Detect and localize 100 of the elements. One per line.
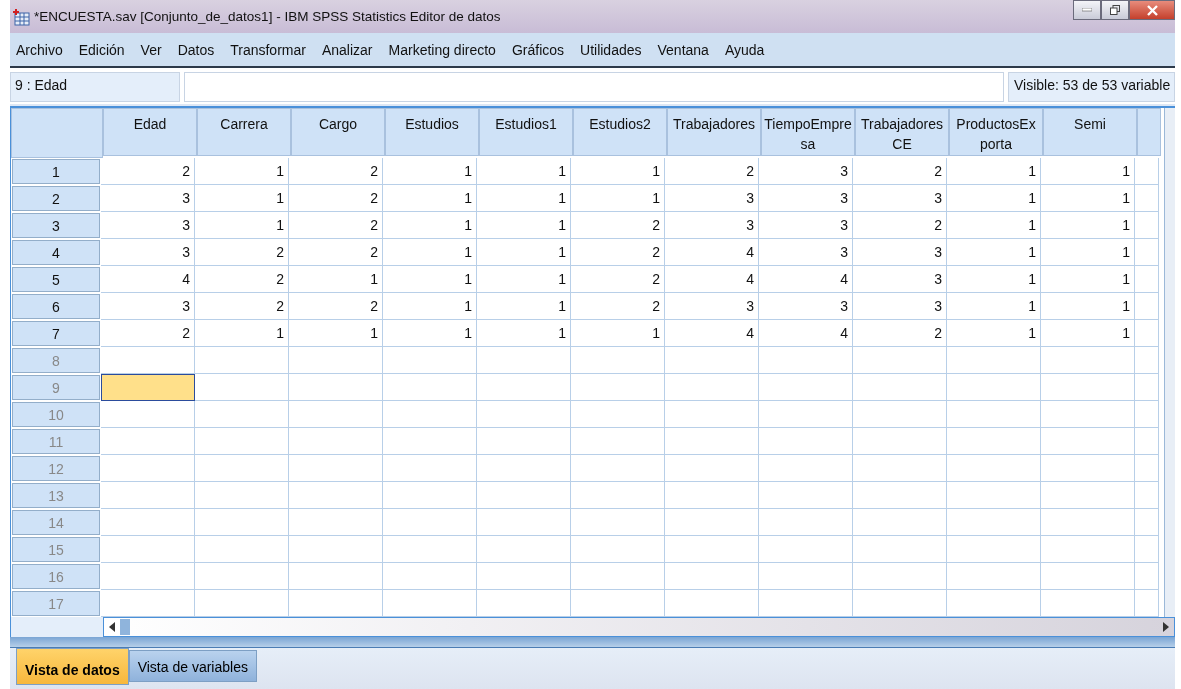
table-cell[interactable]: 2 (289, 239, 383, 266)
table-cell[interactable]: 1 (947, 239, 1041, 266)
table-cell-partial[interactable] (1135, 212, 1159, 239)
table-cell[interactable]: 1 (383, 320, 477, 347)
table-cell[interactable]: 1 (383, 212, 477, 239)
table-cell[interactable]: 3 (759, 239, 853, 266)
table-cell-partial[interactable] (1135, 320, 1159, 347)
row-header[interactable]: 4 (12, 240, 100, 265)
table-cell[interactable]: 3 (101, 212, 195, 239)
table-cell[interactable]: 2 (289, 158, 383, 185)
table-cell-partial[interactable] (1135, 347, 1159, 374)
table-cell[interactable]: 1 (383, 266, 477, 293)
table-cell[interactable]: 4 (101, 266, 195, 293)
table-cell[interactable]: 3 (853, 266, 947, 293)
table-cell-partial[interactable] (1135, 536, 1159, 563)
row-header[interactable]: 5 (12, 267, 100, 292)
table-cell[interactable]: 2 (571, 239, 665, 266)
table-cell-partial[interactable] (1135, 158, 1159, 185)
cell-editor-field[interactable] (184, 72, 1004, 102)
column-header[interactable]: Edad (103, 108, 197, 156)
table-cell[interactable]: 3 (665, 185, 759, 212)
table-cell[interactable]: 1 (947, 266, 1041, 293)
column-header[interactable]: TiempoEmpre sa (761, 108, 855, 156)
table-cell-partial[interactable] (1135, 374, 1159, 401)
table-cell[interactable]: 2 (195, 239, 289, 266)
table-cell[interactable]: 3 (101, 293, 195, 320)
table-cell[interactable]: 3 (101, 185, 195, 212)
table-cell[interactable]: 3 (665, 212, 759, 239)
menu-item[interactable]: Datos (177, 41, 215, 58)
table-cell-partial[interactable] (1135, 455, 1159, 482)
table-cell-partial[interactable] (1135, 293, 1159, 320)
table-cell[interactable]: 1 (477, 239, 571, 266)
menu-item[interactable]: Ver (140, 41, 162, 58)
menu-item[interactable]: Archivo (16, 41, 63, 58)
table-cell[interactable]: 1 (947, 212, 1041, 239)
table-cell[interactable]: 1 (477, 212, 571, 239)
column-header[interactable]: Carrera (197, 108, 291, 156)
table-cell[interactable]: 1 (1041, 212, 1135, 239)
table-cell[interactable]: 2 (195, 266, 289, 293)
column-header-partial[interactable] (1137, 108, 1161, 156)
table-cell[interactable]: 1 (477, 320, 571, 347)
table-cell[interactable]: 3 (853, 239, 947, 266)
table-cell[interactable]: 4 (665, 239, 759, 266)
row-header[interactable]: 1 (12, 159, 100, 184)
menu-item[interactable]: Edición (78, 41, 125, 58)
table-cell[interactable]: 1 (1041, 266, 1135, 293)
table-cell[interactable]: 2 (571, 212, 665, 239)
table-cell[interactable]: 2 (571, 266, 665, 293)
table-cell[interactable]: 2 (289, 212, 383, 239)
table-cell[interactable]: 1 (383, 185, 477, 212)
table-cell[interactable]: 1 (477, 266, 571, 293)
table-cell[interactable]: 3 (759, 185, 853, 212)
table-cell[interactable]: 1 (571, 320, 665, 347)
table-cell[interactable]: 2 (853, 158, 947, 185)
table-cell-partial[interactable] (1135, 401, 1159, 428)
column-header[interactable]: ProductosEx porta (949, 108, 1043, 156)
row-header[interactable]: 7 (12, 321, 100, 346)
table-cell[interactable]: 2 (571, 293, 665, 320)
horizontal-scrollbar[interactable] (103, 617, 1175, 637)
table-cell[interactable]: 1 (947, 158, 1041, 185)
column-header[interactable]: Cargo (291, 108, 385, 156)
table-cell[interactable]: 1 (1041, 320, 1135, 347)
column-header[interactable]: Estudios1 (479, 108, 573, 156)
table-cell-partial[interactable] (1135, 482, 1159, 509)
row-header[interactable]: 2 (12, 186, 100, 211)
table-cell[interactable]: 3 (853, 185, 947, 212)
table-cell[interactable] (101, 374, 195, 401)
row-header[interactable]: 6 (12, 294, 100, 319)
table-cell-partial[interactable] (1135, 266, 1159, 293)
table-cell[interactable]: 3 (759, 212, 853, 239)
table-cell[interactable]: 2 (289, 185, 383, 212)
table-cell[interactable]: 1 (195, 212, 289, 239)
minimize-button[interactable] (1073, 0, 1101, 20)
table-cell[interactable]: 1 (195, 185, 289, 212)
table-cell[interactable]: 2 (101, 320, 195, 347)
table-cell[interactable]: 1 (947, 185, 1041, 212)
table-cell[interactable]: 4 (759, 320, 853, 347)
view-tab[interactable]: Vista de datos (16, 648, 129, 685)
table-cell-partial[interactable] (1135, 239, 1159, 266)
table-cell[interactable]: 4 (665, 266, 759, 293)
row-header[interactable]: 3 (12, 213, 100, 238)
menu-item[interactable]: Analizar (321, 41, 373, 58)
table-cell[interactable]: 2 (853, 320, 947, 347)
menu-item[interactable]: Marketing directo (388, 41, 496, 58)
table-cell[interactable]: 1 (477, 293, 571, 320)
table-cell[interactable]: 1 (289, 320, 383, 347)
menu-item[interactable]: Transformar (230, 41, 306, 58)
view-tab[interactable]: Vista de variables (128, 650, 257, 682)
menu-item[interactable]: Ventana (657, 41, 709, 58)
table-cell[interactable]: 1 (1041, 185, 1135, 212)
table-cell[interactable]: 3 (101, 239, 195, 266)
maximize-button[interactable] (1101, 0, 1129, 20)
column-header[interactable]: Estudios2 (573, 108, 667, 156)
table-cell[interactable]: 2 (195, 293, 289, 320)
table-cell-partial[interactable] (1135, 428, 1159, 455)
menu-item[interactable]: Gráficos (511, 41, 565, 58)
menu-item[interactable]: Utilidades (580, 41, 642, 58)
table-cell[interactable]: 1 (477, 158, 571, 185)
table-cell[interactable]: 1 (571, 158, 665, 185)
table-cell[interactable]: 1 (383, 158, 477, 185)
